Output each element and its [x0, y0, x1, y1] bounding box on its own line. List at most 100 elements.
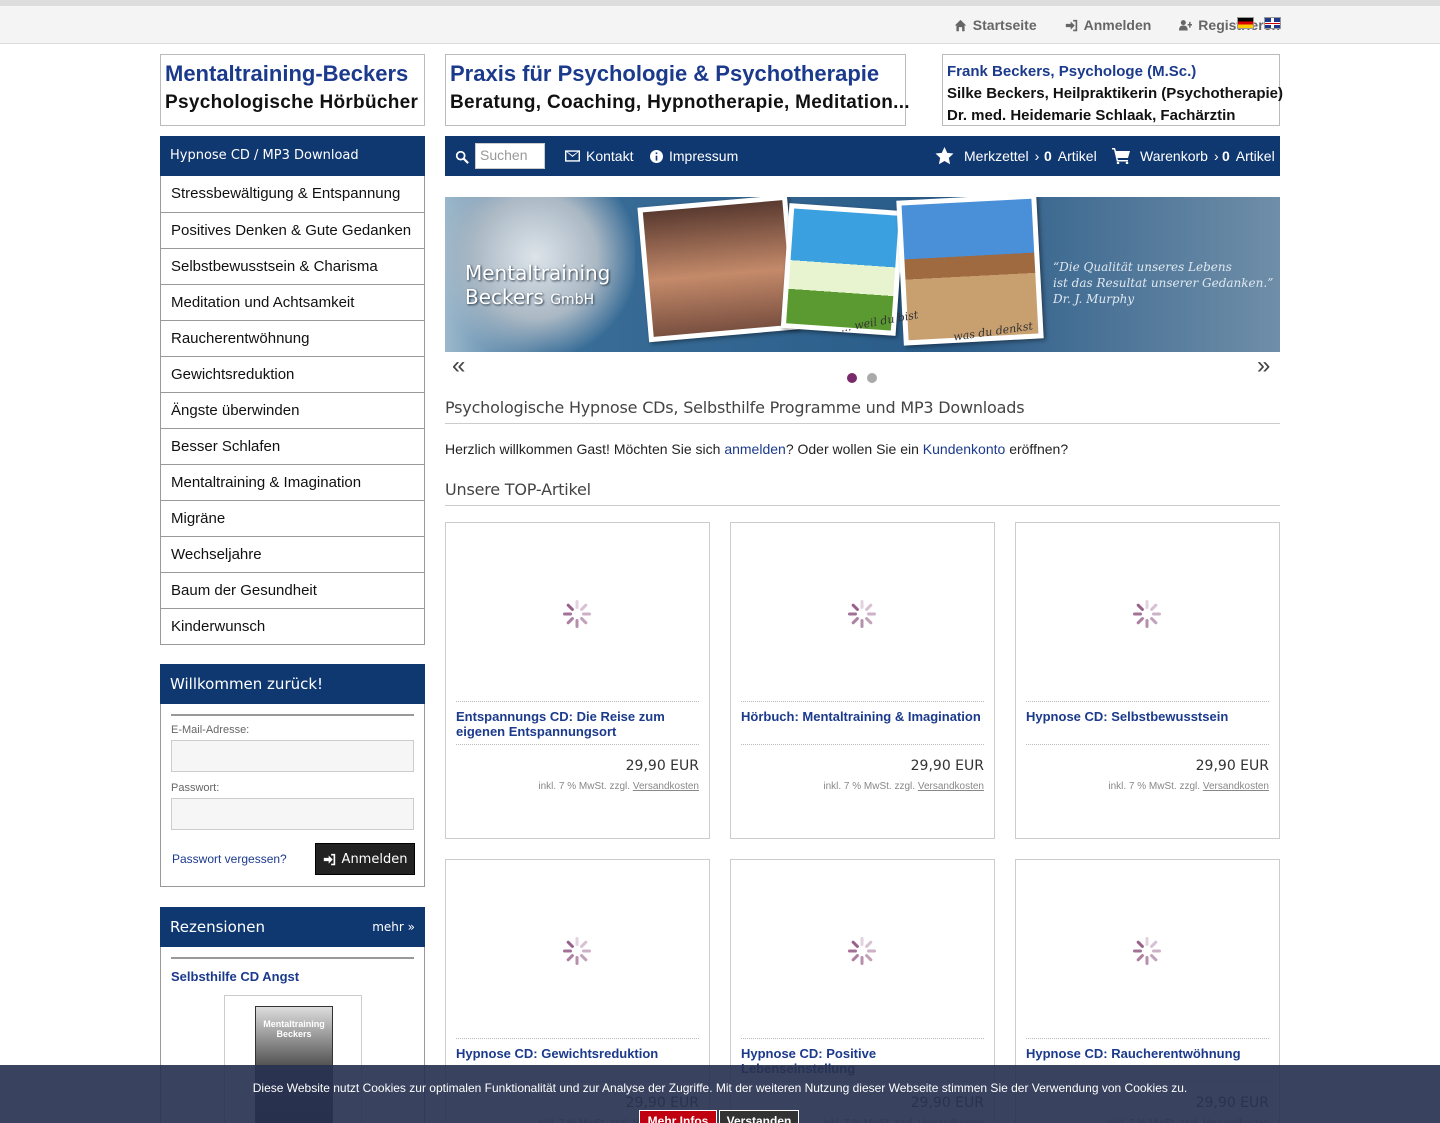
category-item[interactable]: Besser Schlafen: [161, 428, 424, 464]
divider: [741, 1038, 984, 1039]
product-card[interactable]: Entspannungs CD: Die Reise zum eigenen E…: [445, 522, 710, 839]
language-switch: [1237, 17, 1281, 29]
divider: [741, 744, 984, 745]
imprint-link[interactable]: Impressum: [650, 136, 738, 176]
search-icon[interactable]: [455, 150, 469, 164]
category-item[interactable]: Gewichtsreduktion: [161, 356, 424, 392]
category-item[interactable]: Raucherentwöhnung: [161, 320, 424, 356]
password-field[interactable]: [171, 798, 414, 830]
slider-brand-suffix: GmbH: [550, 292, 595, 308]
shipping-link[interactable]: Versandkosten: [918, 781, 984, 792]
nav-home-label: Startseite: [972, 17, 1037, 33]
tax-note: inkl. 7 % MwSt. zzgl. Versandkosten: [1108, 781, 1269, 792]
category-item[interactable]: Stressbewältigung & Entspannung: [161, 176, 424, 212]
reviews-title: Rezensionen: [170, 918, 265, 936]
loading-spinner-icon: [563, 600, 591, 628]
category-item[interactable]: Kinderwunsch: [161, 608, 424, 644]
welcome-post: eröffnen?: [1005, 441, 1069, 457]
staff-line-2: Silke Beckers, Heilpraktikerin (Psychoth…: [947, 85, 1283, 102]
nav-login-link[interactable]: Anmelden: [1065, 17, 1152, 33]
envelope-icon: [565, 150, 580, 162]
staff-line-3: Dr. med. Heidemarie Schlaak, Fachärztin: [947, 107, 1236, 124]
divider: [171, 714, 414, 716]
chevron-right-icon: ›: [1034, 148, 1040, 164]
category-item[interactable]: Wechseljahre: [161, 536, 424, 572]
divider: [1026, 701, 1269, 702]
practice-subtitle: Beratung, Coaching, Hypnotherapie, Medit…: [450, 92, 910, 113]
cart-label: Warenkorb: [1140, 148, 1208, 164]
password-label: Passwort:: [171, 782, 220, 794]
cart-count-unit: Artikel: [1235, 148, 1275, 164]
tax-note: inkl. 7 % MwSt. zzgl. Versandkosten: [538, 781, 699, 792]
slider-dot-2[interactable]: [867, 373, 877, 383]
divider: [456, 744, 699, 745]
slider-dots: [847, 373, 877, 383]
slider-next-button[interactable]: »: [1257, 352, 1270, 380]
slider-brand-line1: Mentaltraining: [465, 261, 611, 285]
login-button[interactable]: Anmelden: [315, 843, 415, 875]
slider-prev-button[interactable]: «: [452, 352, 465, 380]
german-flag-icon[interactable]: [1237, 17, 1254, 29]
wishlist-link[interactable]: Merkzettel ›: [935, 136, 1039, 176]
tax-text: inkl. 7 % MwSt. zzgl.: [538, 781, 633, 792]
wishlist-count: 0 Artikel: [1044, 136, 1097, 176]
slider-brand: Mentaltraining Beckers GmbH: [465, 261, 610, 312]
slider-dot-1[interactable]: [847, 373, 857, 383]
product-card[interactable]: Hypnose CD: Selbstbewusstsein 29,90 EUR in…: [1015, 522, 1280, 839]
user-plus-icon: [1179, 19, 1193, 31]
tax-note: inkl. 7 % MwSt. zzgl. Versandkosten: [823, 781, 984, 792]
cookie-accept-button[interactable]: Verstanden: [719, 1110, 799, 1123]
sign-in-icon: [1065, 19, 1077, 31]
category-item[interactable]: Positives Denken & Gute Gedanken: [161, 212, 424, 248]
product-title[interactable]: Hypnose CD: Gewichtsreduktion: [456, 1046, 699, 1061]
cookie-more-info-button[interactable]: Mehr Infos: [639, 1110, 717, 1123]
product-title[interactable]: Entspannungs CD: Die Reise zum eigenen E…: [456, 709, 699, 739]
category-item[interactable]: Meditation und Achtsamkeit: [161, 284, 424, 320]
chevron-right-icon: ›: [1213, 148, 1219, 164]
reviews-heading: Rezensionen mehr »: [160, 907, 425, 947]
shipping-link[interactable]: Versandkosten: [1203, 781, 1269, 792]
product-card[interactable]: Hörbuch: Mentaltraining & Imagination 29,…: [730, 522, 995, 839]
review-product-link[interactable]: Selbsthilfe CD Angst: [171, 969, 414, 984]
category-item[interactable]: Ängste überwinden: [161, 392, 424, 428]
wishlist-label: Merkzettel: [964, 148, 1029, 164]
brand-title: Mentaltraining-Beckers: [165, 61, 409, 86]
quote-author: Dr. J. Murphy: [1053, 292, 1135, 306]
header-brand-box[interactable]: Mentaltraining-Beckers Psychologische Hö…: [160, 54, 425, 126]
product-title[interactable]: Hypnose CD: Raucherentwöhnung: [1026, 1046, 1269, 1061]
header-practice-box[interactable]: Praxis für Psychologie & Psychotherapie …: [445, 54, 910, 126]
cart-link[interactable]: Warenkorb ›: [1112, 136, 1219, 176]
nav-home-link[interactable]: Startseite: [954, 17, 1037, 33]
nav-login-label: Anmelden: [1083, 17, 1152, 33]
product-title[interactable]: Hörbuch: Mentaltraining & Imagination: [741, 709, 984, 724]
divider: [456, 701, 699, 702]
shipping-link[interactable]: Versandkosten: [633, 781, 699, 792]
contact-link[interactable]: Kontakt: [565, 136, 633, 176]
photo-headphones: [637, 197, 799, 343]
category-item[interactable]: Selbstbewusstsein & Charisma: [161, 248, 424, 284]
email-field[interactable]: [171, 740, 414, 772]
quote-line-2: ist das Resultat unserer Gedanken.”: [1053, 276, 1274, 290]
info-icon: [650, 149, 663, 163]
product-title[interactable]: Hypnose CD: Selbstbewusstsein: [1026, 709, 1269, 724]
loading-spinner-icon: [563, 937, 591, 965]
main-toolbar: Suchen Kontakt Impressum Merkzettel › 0 …: [445, 136, 1280, 176]
account-link[interactable]: Kundenkonto: [923, 441, 1006, 457]
header-staff-box[interactable]: Frank Beckers, Psychologe (M.Sc.) Silke …: [942, 54, 1283, 126]
divider: [1026, 1038, 1269, 1039]
tax-text: inkl. 7 % MwSt. zzgl.: [823, 781, 918, 792]
staff-line-1: Frank Beckers, Psychologe (M.Sc.): [947, 63, 1197, 80]
english-flag-icon[interactable]: [1264, 17, 1281, 29]
login-link[interactable]: anmelden: [724, 441, 786, 457]
category-item[interactable]: Mentaltraining & Imagination: [161, 464, 424, 500]
search-input[interactable]: Suchen: [475, 143, 545, 169]
home-icon: [954, 19, 966, 31]
cookie-message: Diese Website nutzt Cookies zur optimale…: [252, 1081, 1188, 1095]
category-item[interactable]: Baum der Gesundheit: [161, 572, 424, 608]
forgot-password-link[interactable]: Passwort vergessen?: [172, 852, 287, 866]
category-item[interactable]: Migräne: [161, 500, 424, 536]
product-price: 29,90 EUR: [910, 758, 984, 774]
top-nav: Startseite Anmelden Registrieren: [954, 6, 1280, 44]
reviews-more-link[interactable]: mehr »: [372, 907, 415, 947]
hero-slider[interactable]: Mentaltraining Beckers GmbH ... weil du …: [445, 197, 1280, 352]
